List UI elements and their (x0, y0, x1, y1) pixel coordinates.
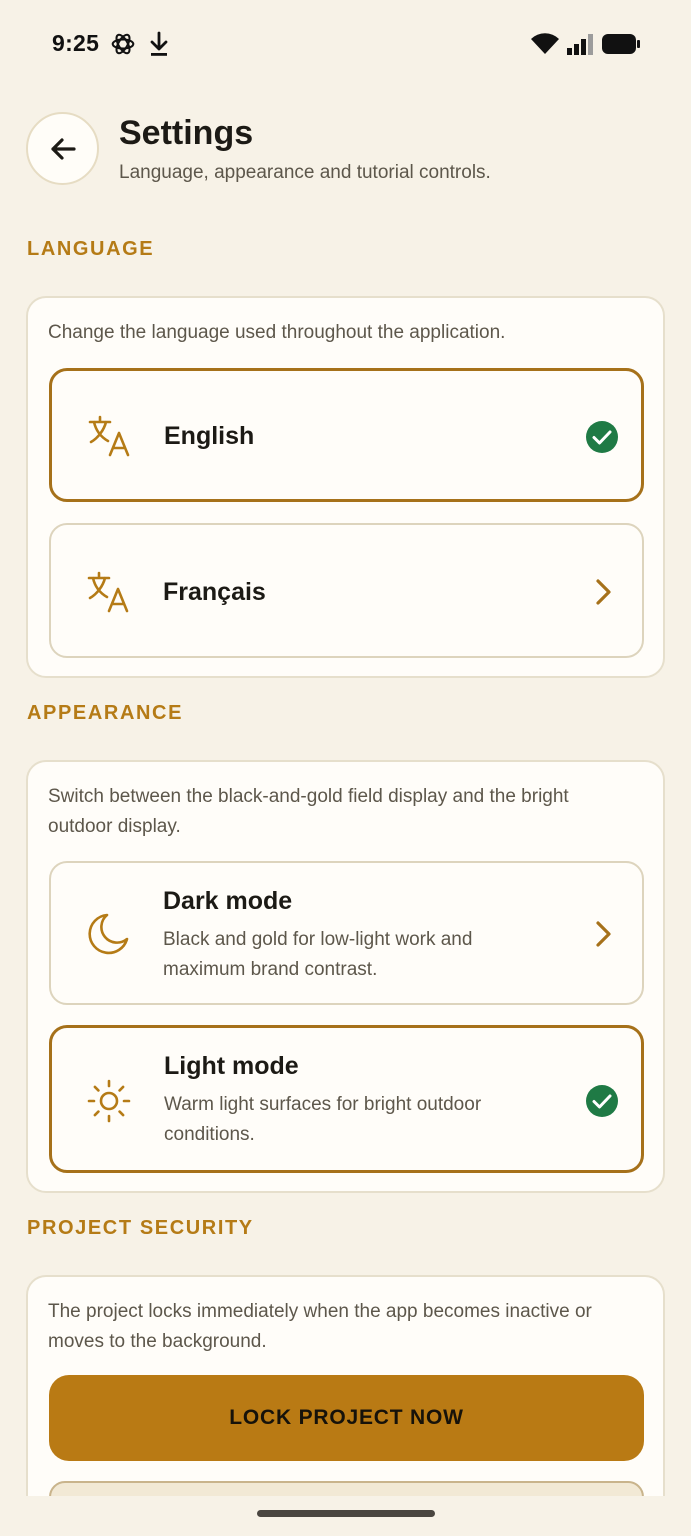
openai-icon (111, 33, 135, 55)
sun-icon (87, 1079, 131, 1123)
translate-icon (88, 415, 130, 457)
language-option-label: English (164, 422, 255, 450)
back-button[interactable] (26, 112, 99, 185)
appearance-option-description: Warm light surfaces for bright outdoor c… (164, 1094, 482, 1145)
language-option-francais[interactable]: Français (49, 523, 644, 658)
project-security-description: The project locks immediately when the a… (48, 1301, 592, 1352)
appearance-option-dark-mode[interactable]: Dark mode Black and gold for low-light w… (49, 861, 644, 1005)
chevron-right-icon (596, 921, 611, 947)
appearance-option-light-mode[interactable]: Light mode Warm light surfaces for brigh… (49, 1025, 644, 1173)
chevron-right-icon (596, 579, 611, 605)
check-circle-icon (586, 1085, 618, 1117)
translate-icon (87, 571, 129, 613)
language-card: Change the language used throughout the … (26, 296, 665, 678)
appearance-option-label: Dark mode (163, 887, 293, 915)
appearance-option-description: Black and gold for low-light work and ma… (163, 929, 473, 980)
lock-project-button[interactable]: LOCK PROJECT NOW (49, 1375, 644, 1461)
check-circle-icon (586, 421, 618, 453)
moon-icon (88, 913, 129, 955)
language-description: Change the language used throughout the … (48, 322, 506, 343)
section-header-appearance: APPEARANCE (27, 702, 184, 724)
arrow-left-icon (50, 137, 76, 160)
section-header-project-security: PROJECT SECURITY (27, 1217, 254, 1239)
appearance-option-label: Light mode (164, 1052, 299, 1080)
language-option-english[interactable]: English (49, 368, 644, 502)
appearance-description: Switch between the black-and-gold field … (48, 786, 569, 837)
settings-screen: 9:25 Settings Language, appearance and t… (0, 0, 691, 1536)
page-subtitle: Language, appearance and tutorial contro… (119, 162, 491, 183)
language-option-label: Français (163, 578, 266, 606)
page-title: Settings (119, 114, 254, 152)
home-indicator[interactable] (257, 1510, 435, 1517)
section-header-language: LANGUAGE (27, 238, 155, 260)
battery-icon (602, 34, 640, 54)
download-icon (150, 31, 168, 56)
signal-icon (567, 34, 593, 55)
appearance-card: Switch between the black-and-gold field … (26, 760, 665, 1193)
wifi-icon (531, 33, 559, 54)
status-time: 9:25 (52, 30, 100, 56)
status-bar: 9:25 (0, 0, 691, 88)
